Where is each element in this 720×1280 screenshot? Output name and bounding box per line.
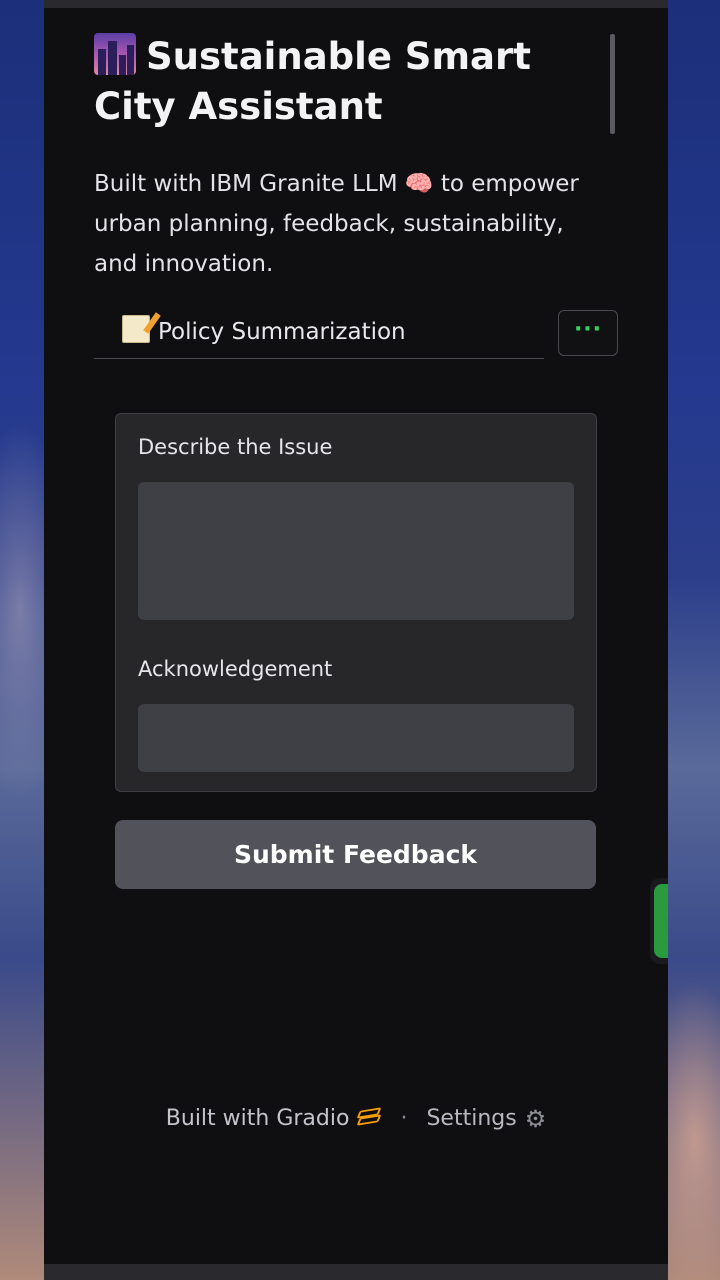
acknowledgement-label: Acknowledgement xyxy=(138,657,333,681)
window-top-bar xyxy=(44,0,668,8)
app-window: Sustainable Smart City Assistant Built w… xyxy=(44,0,668,1280)
built-with-gradio-text: Built with Gradio xyxy=(165,1106,350,1131)
app-description: Built with IBM Granite LLM 🧠 to empower … xyxy=(94,171,579,277)
settings-text: Settings xyxy=(426,1106,517,1131)
window-bottom-bar xyxy=(44,1264,668,1280)
city-icon xyxy=(94,33,136,75)
side-panel-handle[interactable] xyxy=(650,878,668,964)
issue-textarea[interactable] xyxy=(138,482,574,620)
page-title-text: Sustainable Smart City Assistant xyxy=(94,35,531,128)
built-with-gradio-link[interactable]: Built with Gradio xyxy=(166,1100,382,1138)
page-title: Sustainable Smart City Assistant xyxy=(94,32,614,132)
footer-separator: · xyxy=(400,1106,408,1131)
memo-icon xyxy=(122,315,150,343)
issue-label: Describe the Issue xyxy=(138,435,333,459)
tab-policy-summarization[interactable]: Policy Summarization xyxy=(94,310,544,359)
more-tabs-button[interactable]: ··· xyxy=(558,310,618,356)
gradio-logo-icon xyxy=(357,1107,382,1129)
acknowledgement-output[interactable] xyxy=(138,704,574,772)
tab-label: Policy Summarization xyxy=(158,319,406,345)
gear-icon: ⚙ xyxy=(524,1105,547,1133)
tab-bar: Policy Summarization ··· xyxy=(94,310,618,362)
settings-link[interactable]: Settings ⚙ xyxy=(426,1100,546,1138)
feedback-form-card: Describe the Issue Acknowledgement xyxy=(115,413,597,792)
footer: Built with Gradio · Settings ⚙ xyxy=(44,1100,668,1138)
submit-feedback-button[interactable]: Submit Feedback xyxy=(115,820,596,889)
